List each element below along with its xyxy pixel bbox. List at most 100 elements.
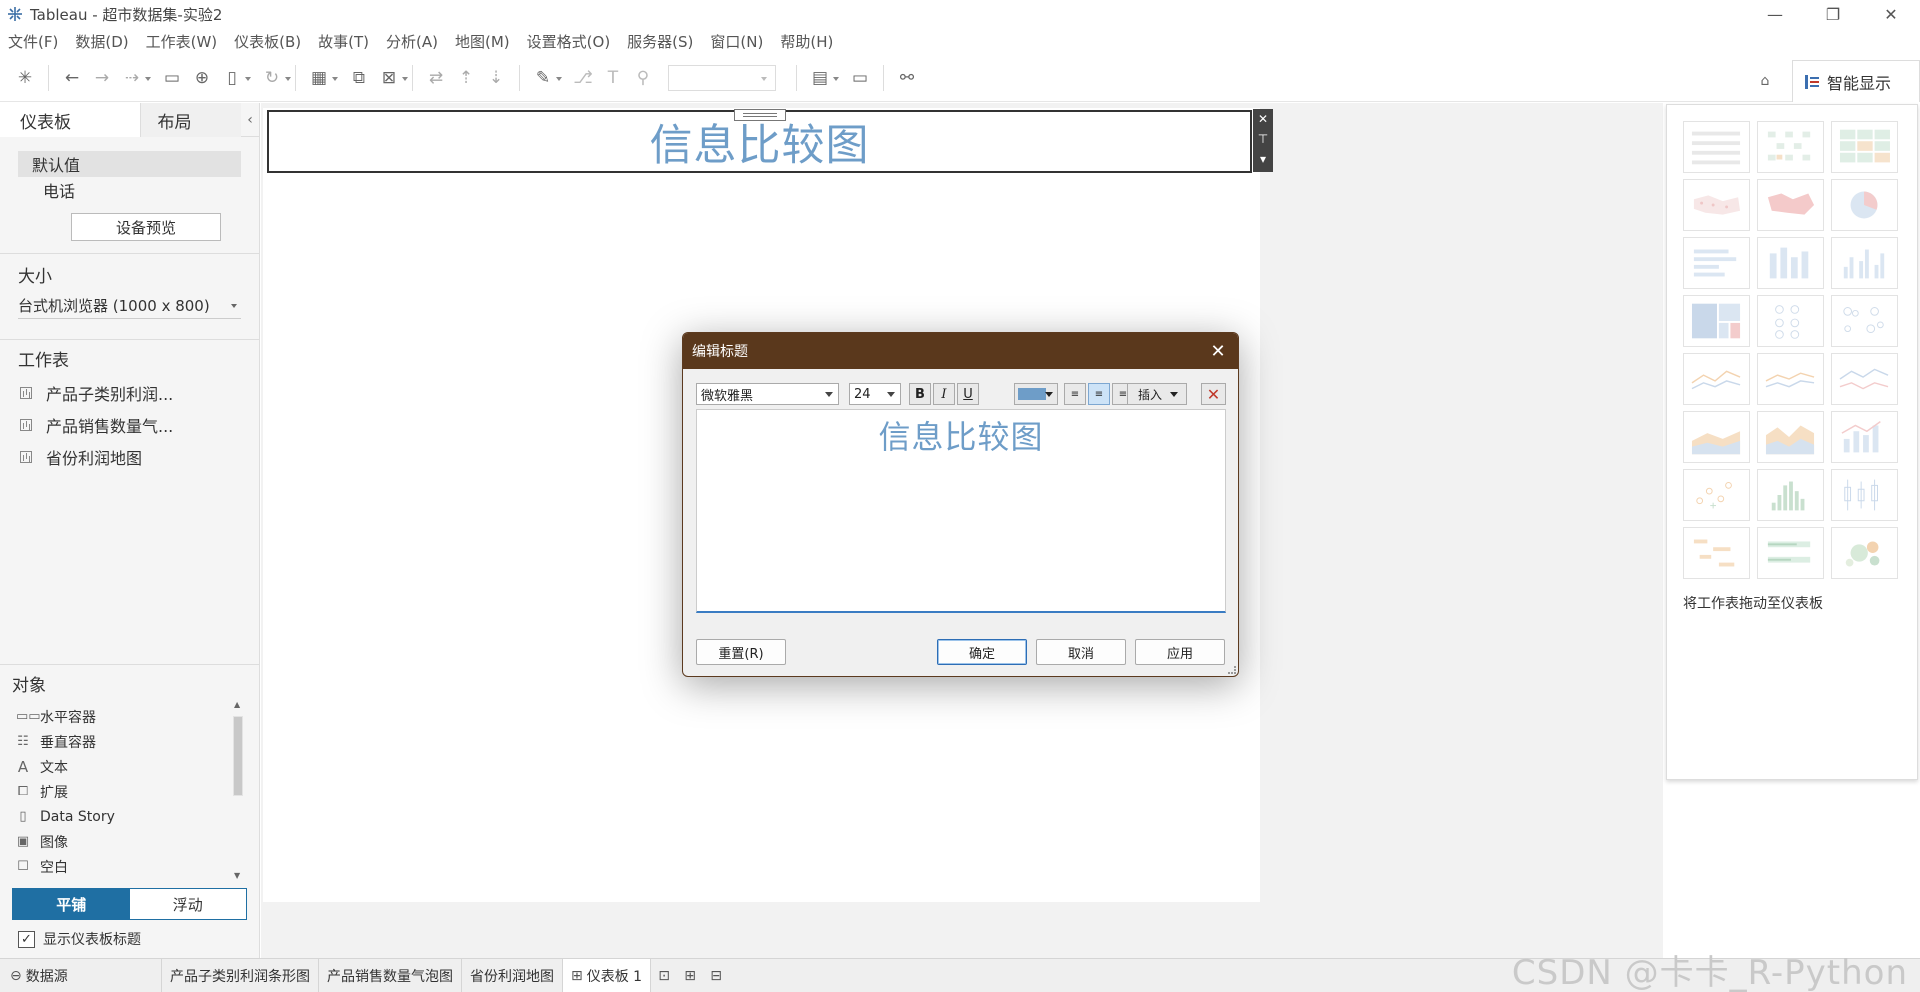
- size-dropdown[interactable]: 台式机浏览器 (1000 x 800): [18, 293, 241, 319]
- tab-data-source[interactable]: ⊖ 数据源: [0, 959, 162, 992]
- area-discrete-chart-icon[interactable]: [1757, 411, 1824, 463]
- highlight-icon[interactable]: ✎: [528, 63, 562, 93]
- object-horizontal-container[interactable]: ▭▭ 水平容器: [0, 704, 260, 729]
- duplicate-sheet-icon[interactable]: ⧉: [344, 63, 374, 93]
- undo-icon[interactable]: ←: [57, 63, 87, 93]
- object-data-story[interactable]: ▯ Data Story: [0, 804, 260, 829]
- pause-updates-icon[interactable]: ▯: [217, 63, 251, 93]
- dual-combination-chart-icon[interactable]: [1831, 411, 1898, 463]
- insert-dropdown[interactable]: 插入: [1127, 383, 1187, 405]
- tiled-button[interactable]: 平铺: [13, 889, 130, 919]
- object-vertical-container[interactable]: ☷ 垂直容器: [0, 729, 260, 754]
- bullet-graph-chart-icon[interactable]: [1757, 527, 1824, 579]
- drag-handle-icon[interactable]: [734, 109, 786, 121]
- object-extension[interactable]: ⧠ 扩展: [0, 779, 260, 804]
- show-cards-icon[interactable]: ▤: [805, 63, 839, 93]
- floating-button[interactable]: 浮动: [129, 889, 246, 919]
- lines-continuous-chart-icon[interactable]: [1683, 353, 1750, 405]
- object-image[interactable]: ▣ 图像: [0, 829, 260, 854]
- sort-ascending-icon[interactable]: ⇡: [451, 63, 481, 93]
- highlight-table-chart-icon[interactable]: [1831, 121, 1898, 173]
- checkbox-checked-icon[interactable]: ✓: [18, 930, 35, 948]
- device-default[interactable]: 默认值: [18, 151, 241, 177]
- new-worksheet-icon[interactable]: ⊡: [651, 959, 677, 992]
- title-editor[interactable]: 信息比较图: [696, 409, 1226, 613]
- heat-map-chart-icon[interactable]: [1757, 121, 1824, 173]
- pin-icon[interactable]: ⊤: [1258, 129, 1268, 149]
- text-color-picker[interactable]: [1014, 383, 1058, 405]
- tab-dashboard[interactable]: 仪表板: [0, 103, 142, 137]
- histogram-chart-icon[interactable]: [1757, 469, 1824, 521]
- treemap-chart-icon[interactable]: [1683, 295, 1750, 347]
- tab-sheet[interactable]: 省份利润地图: [462, 959, 563, 992]
- device-preview-button[interactable]: 设备预览: [71, 213, 221, 241]
- restore-icon[interactable]: ❐: [1804, 0, 1862, 28]
- label-icon[interactable]: T: [598, 63, 628, 93]
- share-icon[interactable]: ⚯: [892, 63, 922, 93]
- swap-icon[interactable]: ⇄: [421, 63, 451, 93]
- new-dashboard-icon[interactable]: ⊞: [677, 959, 703, 992]
- symbol-map-chart-icon[interactable]: [1683, 179, 1750, 231]
- minimize-icon[interactable]: —: [1746, 0, 1804, 28]
- pie-chart-icon[interactable]: [1831, 179, 1898, 231]
- worksheet-item[interactable]: 产品子类别利润...: [0, 377, 259, 409]
- box-plot-chart-icon[interactable]: [1831, 469, 1898, 521]
- horizontal-bars-chart-icon[interactable]: [1683, 237, 1750, 289]
- ok-button[interactable]: 确定: [937, 639, 1027, 665]
- menu-file[interactable]: 文件(F): [8, 31, 58, 52]
- menu-map[interactable]: 地图(M): [455, 31, 510, 52]
- menu-analysis[interactable]: 分析(A): [386, 31, 438, 52]
- scatter-plot-chart-icon[interactable]: [1683, 469, 1750, 521]
- menu-server[interactable]: 服务器(S): [627, 31, 693, 52]
- more-options-icon[interactable]: ▾: [1260, 149, 1266, 169]
- menu-format[interactable]: 设置格式(O): [527, 31, 611, 52]
- tab-dashboard-1[interactable]: ⊞ 仪表板 1: [563, 959, 652, 992]
- area-continuous-chart-icon[interactable]: [1683, 411, 1750, 463]
- format-painter-icon[interactable]: ⌂: [1750, 66, 1780, 96]
- sort-descending-icon[interactable]: ⇣: [481, 63, 511, 93]
- tab-layout[interactable]: 布局: [141, 103, 242, 137]
- save-icon[interactable]: ▭: [157, 63, 187, 93]
- align-left-icon[interactable]: ≡: [1064, 383, 1086, 405]
- redo-history-icon[interactable]: ⇢: [117, 63, 151, 93]
- cancel-button[interactable]: 取消: [1036, 639, 1126, 665]
- fix-axes-icon[interactable]: ⚲: [628, 63, 658, 93]
- side-by-side-bars-chart-icon[interactable]: [1831, 237, 1898, 289]
- stacked-bars-chart-icon[interactable]: [1757, 237, 1824, 289]
- fit-dropdown[interactable]: [668, 64, 776, 91]
- menu-worksheet[interactable]: 工作表(W): [146, 31, 218, 52]
- menu-story[interactable]: 故事(T): [318, 31, 369, 52]
- show-dashboard-title[interactable]: ✓ 显示仪表板标题: [18, 928, 141, 950]
- clear-sheet-icon[interactable]: ⊠: [374, 63, 408, 93]
- new-datasource-icon[interactable]: ⊕: [187, 63, 217, 93]
- presentation-mode-icon[interactable]: ▭: [845, 63, 875, 93]
- align-center-icon[interactable]: ≡: [1088, 383, 1110, 405]
- menu-window[interactable]: 窗口(N): [710, 31, 763, 52]
- worksheet-item[interactable]: 省份利润地图: [0, 441, 259, 473]
- clear-format-icon[interactable]: ✕: [1201, 383, 1226, 405]
- redo-icon[interactable]: →: [87, 63, 117, 93]
- text-table-chart-icon[interactable]: [1683, 121, 1750, 173]
- underline-button[interactable]: U: [957, 383, 979, 405]
- packed-bubbles-chart-icon[interactable]: [1831, 527, 1898, 579]
- objects-scrollbar[interactable]: ▲ ▼: [231, 700, 245, 880]
- worksheet-item[interactable]: 产品销售数量气...: [0, 409, 259, 441]
- new-story-icon[interactable]: ⊟: [703, 959, 729, 992]
- dual-lines-chart-icon[interactable]: [1831, 353, 1898, 405]
- filled-map-chart-icon[interactable]: [1757, 179, 1824, 231]
- remove-zone-icon[interactable]: ✕: [1258, 109, 1268, 129]
- refresh-icon[interactable]: ↻: [257, 63, 291, 93]
- tableau-home-icon[interactable]: ✳: [10, 63, 40, 93]
- lines-discrete-chart-icon[interactable]: [1757, 353, 1824, 405]
- new-sheet-icon[interactable]: ▦: [304, 63, 338, 93]
- font-family-select[interactable]: 微软雅黑: [696, 383, 839, 405]
- apply-button[interactable]: 应用: [1135, 639, 1225, 665]
- reset-button[interactable]: 重置(R): [696, 639, 786, 665]
- font-size-select[interactable]: 24: [849, 383, 901, 405]
- bold-button[interactable]: B: [909, 383, 931, 405]
- gantt-chart-icon[interactable]: [1683, 527, 1750, 579]
- smart-show-tab[interactable]: 智能显示: [1792, 60, 1920, 102]
- collapse-panel-icon[interactable]: ‹: [241, 103, 259, 136]
- group-icon[interactable]: ⎇: [568, 63, 598, 93]
- object-blank[interactable]: ☐ 空白: [0, 854, 260, 879]
